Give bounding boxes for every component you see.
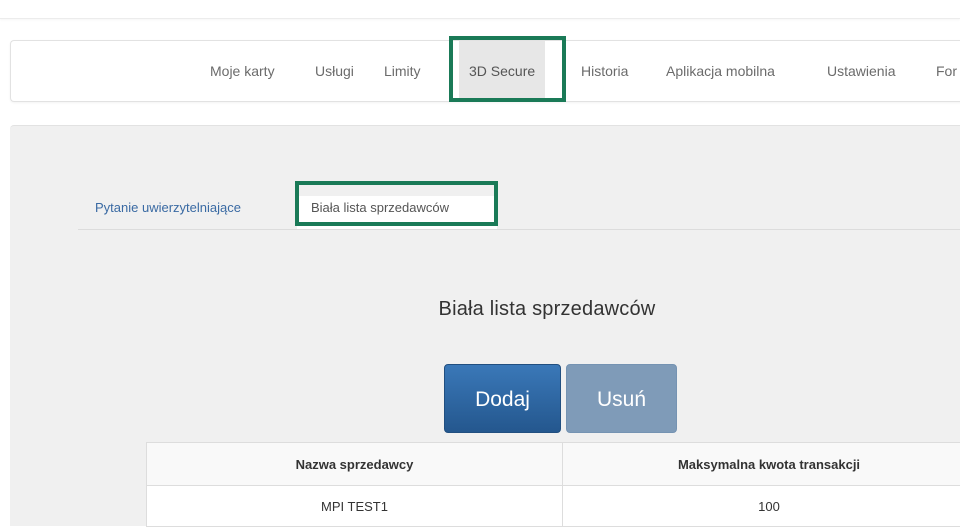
nav-item-uslugi[interactable]: Usługi [315, 41, 354, 101]
nav-item-limity[interactable]: Limity [384, 41, 421, 101]
column-header-merchant-name[interactable]: Nazwa sprzedawcy [147, 443, 563, 486]
tab-authentication-question[interactable]: Pytanie uwierzytelniające [95, 196, 241, 230]
nav-item-moje-karty[interactable]: Moje karty [210, 41, 275, 101]
table-row[interactable]: MPI TEST1 100 [147, 486, 960, 527]
nav-item-historia[interactable]: Historia [581, 41, 628, 101]
add-button[interactable]: Dodaj [444, 364, 561, 433]
nav-item-ustawienia[interactable]: Ustawienia [827, 41, 895, 101]
column-header-max-amount[interactable]: Maksymalna kwota transakcji [563, 443, 960, 486]
merchant-table: Nazwa sprzedawcy Maksymalna kwota transa… [146, 442, 960, 527]
main-navbar: Moje karty Usługi Limity 3D Secure Histo… [10, 40, 960, 102]
top-header-strip [0, 0, 960, 19]
remove-button[interactable]: Usuń [566, 364, 677, 433]
nav-item-truncated[interactable]: For [936, 41, 957, 101]
nav-item-aplikacja-mobilna[interactable]: Aplikacja mobilna [666, 41, 775, 101]
table-header-row: Nazwa sprzedawcy Maksymalna kwota transa… [147, 443, 960, 486]
cell-max-amount: 100 [563, 486, 960, 527]
tab-merchant-whitelist[interactable]: Biała lista sprzedawców [297, 196, 497, 229]
nav-item-3d-secure[interactable]: 3D Secure [459, 41, 545, 101]
section-title: Biała lista sprzedawców [0, 298, 960, 321]
cell-merchant-name: MPI TEST1 [147, 486, 563, 527]
